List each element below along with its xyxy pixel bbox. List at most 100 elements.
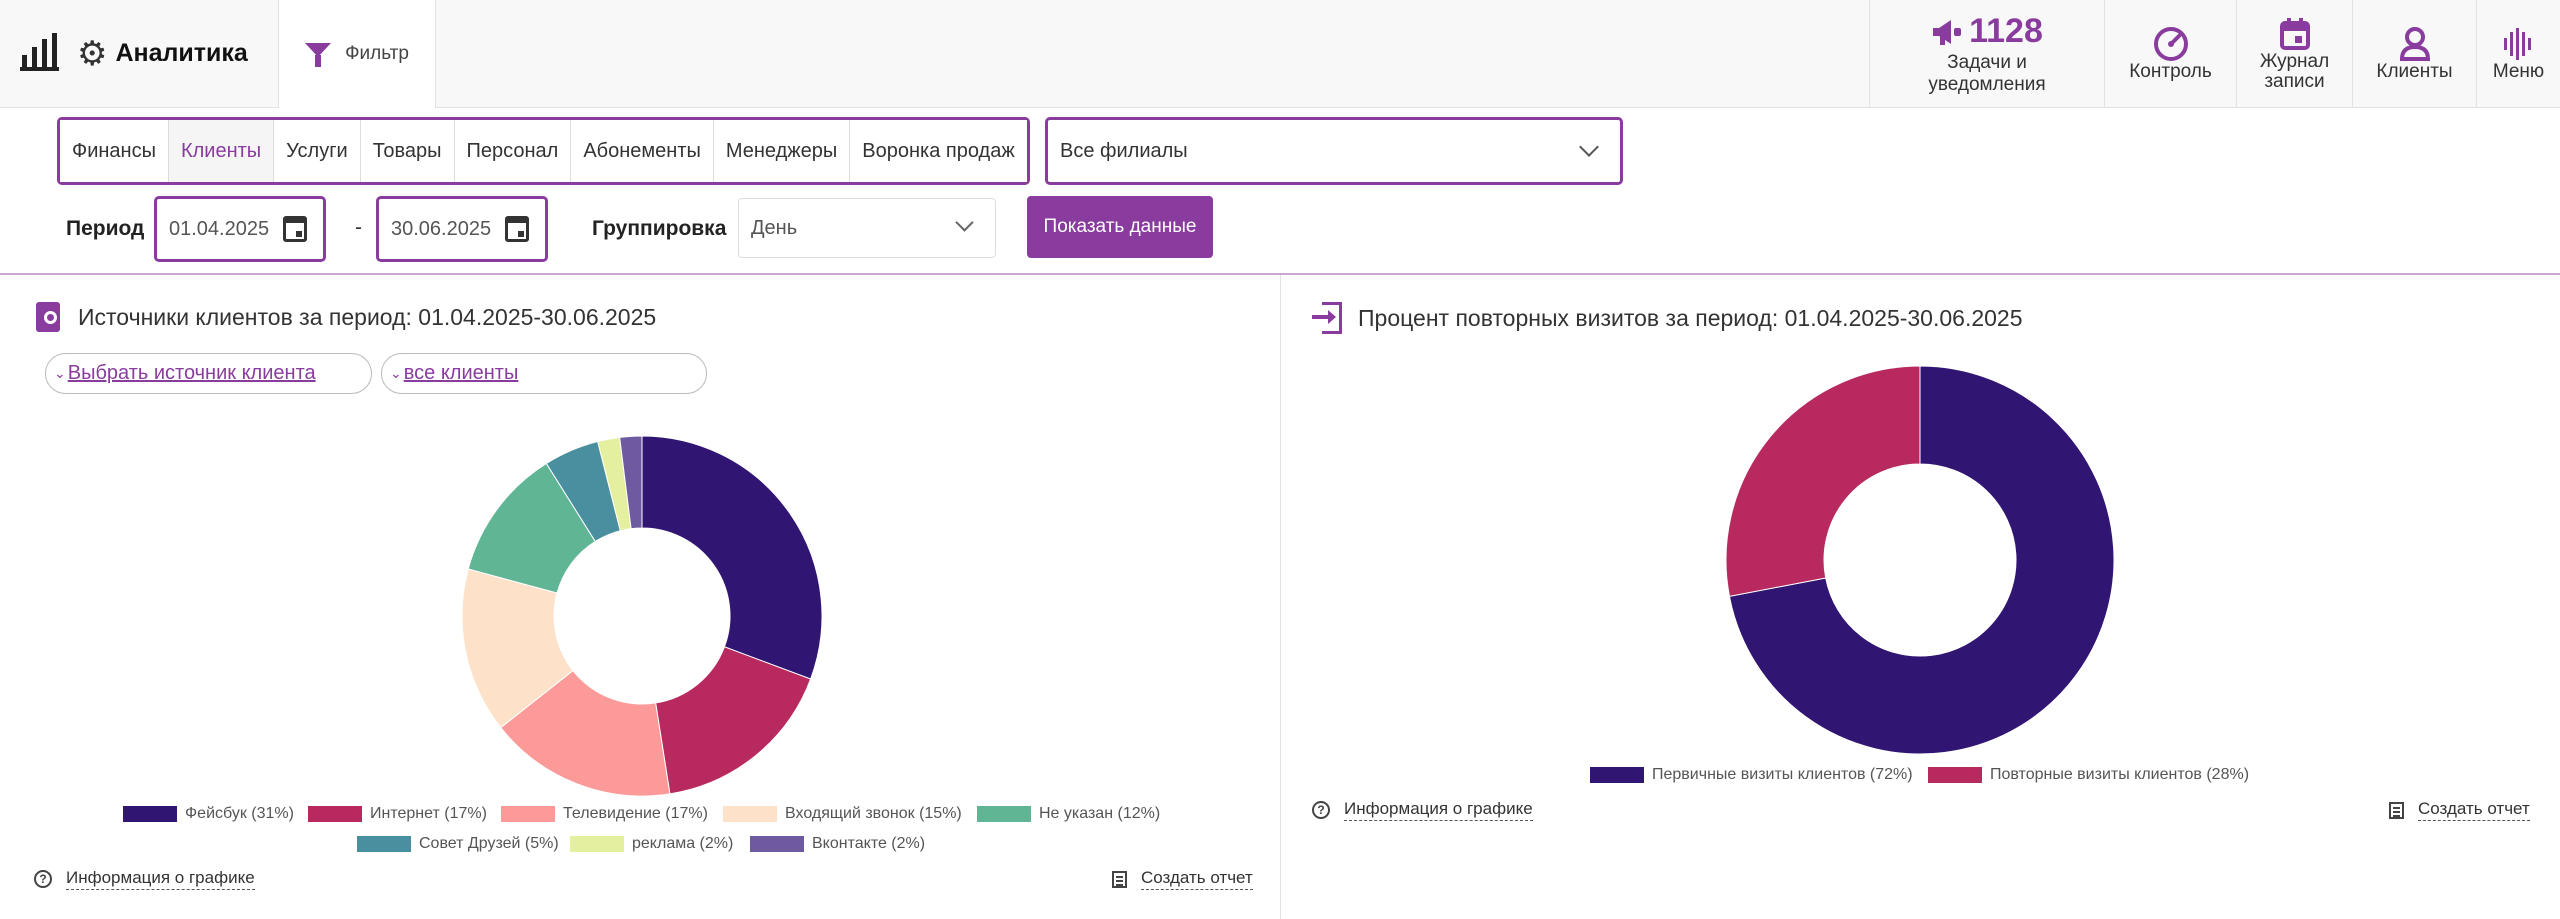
calendar-icon[interactable] <box>505 216 529 242</box>
legend-label: Входящий звонок (15%) <box>785 805 962 822</box>
filter-button[interactable]: Фильтр <box>278 0 436 108</box>
category-tabs: Финансы Клиенты Услуги Товары Персонал А… <box>57 117 1030 185</box>
period-separator: - <box>355 216 362 239</box>
legend-label: Первичные визиты клиентов (72%) <box>1652 766 1913 783</box>
branch-select-value: Все филиалы <box>1060 139 1188 162</box>
legend-swatch <box>977 806 1031 822</box>
calendar-icon <box>2279 17 2310 50</box>
show-data-button[interactable]: Показать данные <box>1027 196 1213 258</box>
legend-item[interactable]: Совет Друзей (5%) <box>357 835 559 853</box>
chevron-down-icon: ⌄ <box>54 365 66 381</box>
nav-journal[interactable]: Журнал записи <box>2236 0 2352 107</box>
tasks-label-2: уведомления <box>1928 74 2046 95</box>
right-panel-title-text: Процент повторных визитов за период: 01.… <box>1358 304 2023 331</box>
grouping-select[interactable]: День <box>738 198 996 258</box>
legend-label: Интернет (17%) <box>370 805 487 822</box>
left-create-report-link[interactable]: Создать отчет <box>1112 868 1253 890</box>
legend-item[interactable]: Повторные визиты клиентов (28%) <box>1928 766 2249 784</box>
left-panel-title-text: Источники клиентов за период: 01.04.2025… <box>78 303 657 330</box>
client-sources-donut-chart <box>461 435 823 797</box>
analytics-bars-icon <box>20 32 59 71</box>
legend-swatch <box>308 806 362 822</box>
legend-swatch <box>501 806 555 822</box>
branch-select[interactable]: Все филиалы <box>1045 117 1623 185</box>
legend-item[interactable]: Не указан (12%) <box>977 805 1160 823</box>
date-to-value: 30.06.2025 <box>391 217 492 240</box>
legend-item[interactable]: Первичные визиты клиентов (72%) <box>1590 766 1913 784</box>
gear-icon: ⚙ <box>77 34 108 73</box>
question-icon: ? <box>34 870 52 888</box>
report-icon <box>2389 801 2404 819</box>
legend-label: Не указан (12%) <box>1039 805 1161 822</box>
right-create-report-link[interactable]: Создать отчет <box>2389 799 2530 821</box>
tasks-count: 1128 <box>1969 12 2043 51</box>
repeat-visits-donut-chart <box>1725 365 2115 755</box>
donut-slice-0[interactable] <box>641 435 823 680</box>
tab-staff[interactable]: Персонал <box>454 120 572 182</box>
tab-finances[interactable]: Финансы <box>60 120 169 182</box>
legend-label: Повторные визиты клиентов (28%) <box>1990 766 2250 783</box>
tab-sales-funnel[interactable]: Воронка продаж <box>850 120 1027 182</box>
tab-managers[interactable]: Менеджеры <box>713 120 851 182</box>
panel-divider <box>1280 275 1281 919</box>
legend-swatch <box>357 836 411 852</box>
date-to-field[interactable]: 30.06.2025 <box>376 196 548 262</box>
legend-label: реклама (2%) <box>632 835 734 852</box>
brand[interactable]: ⚙ Аналитика <box>0 0 278 107</box>
grouping-label: Группировка <box>592 217 727 240</box>
client-filter-dropdown[interactable]: ⌄ все клиенты <box>381 353 707 394</box>
donut-slice-1[interactable] <box>1725 365 1921 597</box>
chevron-down-icon <box>1579 137 1599 157</box>
legend-item[interactable]: Интернет (17%) <box>308 805 487 823</box>
calendar-icon[interactable] <box>283 216 307 242</box>
grouping-value: День <box>751 216 798 239</box>
nav-control-label: Контроль <box>2129 60 2212 82</box>
top-bar: ⚙ Аналитика Фильтр 1128 Задачи и уведомл… <box>0 0 2560 108</box>
nav-clients[interactable]: Клиенты <box>2352 0 2476 107</box>
chevron-down-icon <box>955 213 974 232</box>
right-create-report-label: Создать отчет <box>2418 799 2530 821</box>
legend-item[interactable]: Входящий звонок (15%) <box>723 805 962 823</box>
legend-swatch <box>723 806 777 822</box>
menu-bars-icon <box>2503 27 2531 60</box>
megaphone-icon <box>1933 19 1962 45</box>
tab-subscriptions[interactable]: Абонементы <box>571 120 714 182</box>
legend-item[interactable]: Фейсбук (31%) <box>123 805 294 823</box>
legend-swatch <box>1928 767 1982 783</box>
nav-journal-label-1: Журнал <box>2259 50 2330 72</box>
legend-swatch <box>570 836 624 852</box>
nav-menu[interactable]: Меню <box>2476 0 2560 107</box>
speedometer-icon <box>2153 26 2188 61</box>
legend-swatch <box>123 806 177 822</box>
legend-swatch <box>1590 767 1644 783</box>
source-filter-label: Выбрать источник клиента <box>67 362 316 384</box>
tab-goods[interactable]: Товары <box>360 120 455 182</box>
legend-swatch <box>750 836 804 852</box>
legend-item[interactable]: реклама (2%) <box>570 835 733 853</box>
tasks-label-1: Задачи и <box>1947 52 2027 74</box>
question-icon: ? <box>1312 801 1330 819</box>
app-title: Аналитика <box>115 39 248 67</box>
date-from-value: 01.04.2025 <box>169 217 270 240</box>
date-from-field[interactable]: 01.04.2025 <box>154 196 326 262</box>
right-info-link-label: Информация о графике <box>1344 799 1533 821</box>
source-filter-dropdown[interactable]: ⌄ Выбрать источник клиента <box>45 353 372 394</box>
report-icon <box>1112 870 1127 888</box>
tab-clients[interactable]: Клиенты <box>168 120 275 182</box>
person-icon <box>2399 26 2430 61</box>
legend-item[interactable]: Вконтакте (2%) <box>750 835 925 853</box>
nav-menu-label: Меню <box>2492 60 2545 82</box>
left-panel-title: Источники клиентов за период: 01.04.2025… <box>36 302 656 332</box>
legend-label: Вконтакте (2%) <box>812 835 926 852</box>
left-info-link[interactable]: ? Информация о графике <box>34 868 255 890</box>
nav-control[interactable]: Контроль <box>2104 0 2236 107</box>
legend-label: Фейсбук (31%) <box>185 805 294 822</box>
period-label: Период <box>66 217 145 240</box>
left-create-report-label: Создать отчет <box>1141 868 1253 890</box>
filter-label: Фильтр <box>345 43 409 64</box>
tab-services[interactable]: Услуги <box>274 120 361 182</box>
right-info-link[interactable]: ? Информация о графике <box>1312 799 1533 821</box>
search-document-icon <box>36 302 64 332</box>
tasks-notifications-button[interactable]: 1128 Задачи и уведомления <box>1869 0 2104 107</box>
legend-item[interactable]: Телевидение (17%) <box>501 805 708 823</box>
